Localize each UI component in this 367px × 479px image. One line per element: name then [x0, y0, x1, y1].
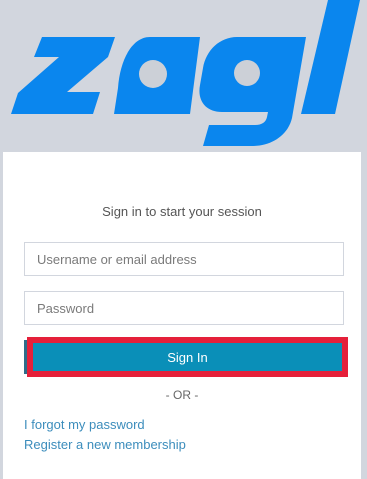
login-box-message: Sign in to start your session [102, 204, 262, 219]
or-divider: - OR - [165, 388, 199, 402]
login-box: Sign in to start your session Sign In - … [3, 152, 361, 479]
signin-highlight: Sign In [27, 337, 348, 377]
signin-button[interactable]: Sign In [33, 343, 342, 371]
zagl-logo-icon [11, 0, 360, 146]
username-input[interactable] [24, 242, 344, 276]
logo-area [0, 0, 367, 152]
password-input[interactable] [24, 291, 344, 325]
register-link[interactable]: Register a new membership [24, 437, 186, 452]
forgot-password-link[interactable]: I forgot my password [24, 417, 145, 432]
